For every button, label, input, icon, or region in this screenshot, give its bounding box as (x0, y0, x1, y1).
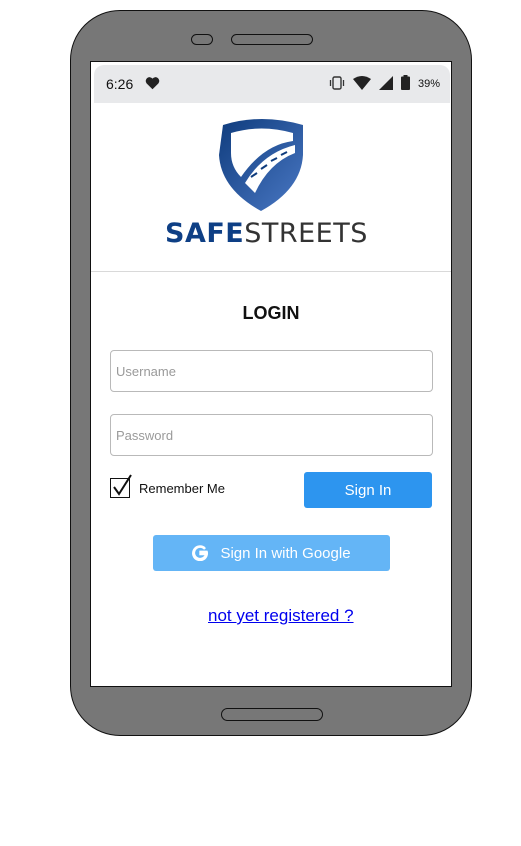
brand-bold: SAFE (165, 218, 245, 249)
app-screen: 6:26 39% SAFESTREETS LOGIN Username Reme… (90, 61, 452, 687)
battery-percent: 39% (417, 78, 440, 90)
login-title: LOGIN (242, 303, 300, 323)
sign-in-button[interactable]: Sign In (304, 472, 432, 508)
google-sign-in-button[interactable]: Sign In with Google (153, 535, 390, 571)
vibrate-icon (329, 75, 345, 94)
status-bar: 6:26 39% (94, 65, 450, 103)
password-input[interactable] (110, 414, 433, 456)
home-button[interactable] (221, 708, 323, 721)
earpiece-speaker (231, 34, 313, 45)
brand-wordmark: SAFESTREETS (165, 218, 375, 249)
front-camera (191, 34, 213, 45)
register-link[interactable]: not yet registered ? (208, 606, 354, 626)
battery-icon (400, 75, 410, 93)
brand-light: STREETS (244, 218, 368, 249)
status-icons: 39% (329, 75, 440, 94)
shield-logo-icon (219, 119, 303, 211)
safestreets-logo: SAFESTREETS (165, 113, 367, 262)
logo-header: SAFESTREETS (91, 103, 451, 272)
signal-icon (378, 75, 393, 93)
google-button-label: Sign In with Google (220, 544, 351, 562)
google-icon (192, 545, 209, 561)
remember-me[interactable]: Remember Me (110, 474, 225, 498)
status-time: 6:26 (106, 76, 134, 92)
remember-checkbox[interactable] (110, 474, 132, 498)
username-input[interactable] (110, 350, 433, 392)
heart-icon (145, 76, 160, 93)
remember-label: Remember Me (139, 480, 225, 496)
checkmark-icon (113, 474, 132, 496)
wifi-icon (352, 75, 371, 93)
